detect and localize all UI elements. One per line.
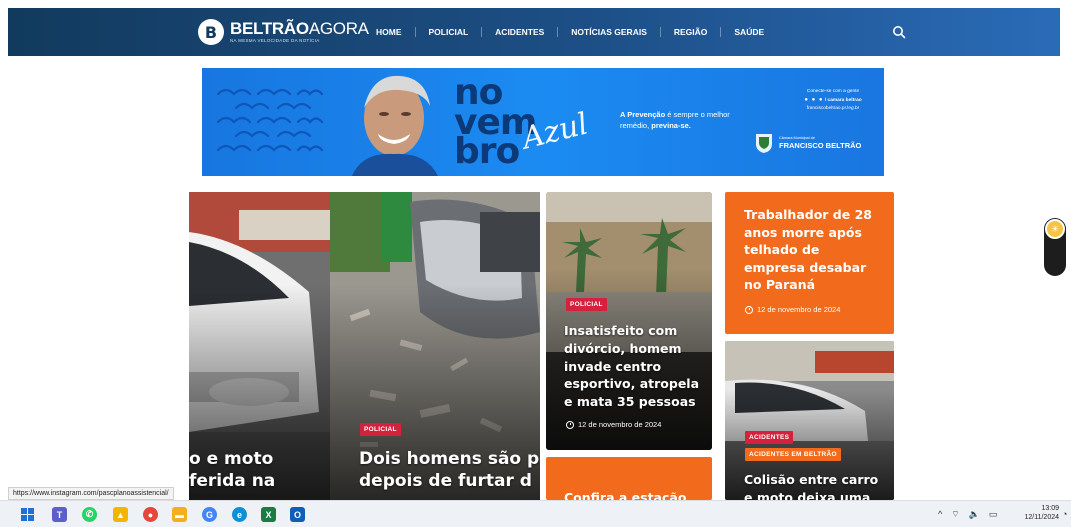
camara-logo: Câmara Municipal de FRANCISCO BELTRÃO bbox=[754, 132, 861, 154]
nav-regiao[interactable]: REGIÃO bbox=[659, 27, 721, 37]
system-tray: ^ ⌔ 🔈 ▭ bbox=[938, 509, 997, 520]
card-headline[interactable]: Trabalhador de 28 anos morre após telhad… bbox=[744, 206, 884, 294]
smiling-man-photo bbox=[352, 75, 438, 176]
crest-icon bbox=[756, 134, 772, 153]
category-tag-acidentes-beltrao[interactable]: ACIDENTES EM BELTRÃO bbox=[745, 448, 841, 461]
windows-start-icon[interactable] bbox=[20, 507, 35, 522]
taskbar-clock[interactable]: 13:09 12/11/2024 bbox=[1015, 504, 1059, 523]
wifi-icon[interactable]: ⌔ bbox=[951, 509, 959, 520]
site-logo[interactable]: B BELTRÃOAGORA NA MESMA VELOCIDADE DA NO… bbox=[198, 16, 369, 48]
news-card-colisao[interactable]: ACIDENTES ACIDENTES EM BELTRÃO Colisão e… bbox=[725, 341, 894, 500]
browser-page: B BELTRÃOAGORA NA MESMA VELOCIDADE DA NO… bbox=[0, 0, 1071, 527]
card-headline[interactable]: Colisão entre carro e moto deixa uma bbox=[744, 471, 892, 500]
nav-saude[interactable]: SAÚDE bbox=[720, 27, 777, 37]
nav-home[interactable]: HOME bbox=[368, 27, 415, 37]
battery-icon[interactable]: ▭ bbox=[989, 509, 998, 520]
nav-acidentes[interactable]: ACIDENTES bbox=[481, 27, 557, 37]
contact-info: Conecte-se com a gente ● ● ● / camara be… bbox=[804, 89, 862, 112]
site-header: B BELTRÃOAGORA NA MESMA VELOCIDADE DA NO… bbox=[8, 8, 1060, 56]
outlook-icon[interactable]: O bbox=[290, 507, 305, 522]
search-icon[interactable] bbox=[892, 25, 906, 39]
category-tag-acidentes[interactable]: ACIDENTES bbox=[745, 431, 794, 444]
news-card-carro-moto[interactable]: o e moto ferida na bbox=[189, 192, 330, 500]
logo-name: BELTRÃOAGORA bbox=[230, 19, 369, 39]
windows-taskbar: T ✆ ▲ ● ▬ G e X O ^ ⌔ 🔈 ▭ 13:09 12/11/20… bbox=[0, 500, 1071, 527]
card-headline[interactable]: Dois homens são p depois de furtar d bbox=[359, 448, 539, 493]
news-card-insatisfeito[interactable]: POLICIAL Insatisfeito com divórcio, home… bbox=[546, 192, 712, 450]
mustache-pattern bbox=[216, 88, 324, 152]
google-drive-icon[interactable]: ▲ bbox=[113, 507, 128, 522]
logo-tagline: NA MESMA VELOCIDADE DA NOTÍCIA bbox=[230, 38, 320, 44]
card-headline[interactable]: Confira a estação bbox=[564, 490, 686, 500]
card-date: 12 de novembro de 2024 bbox=[745, 305, 840, 314]
volume-icon[interactable]: 🔈 bbox=[969, 509, 980, 520]
social-icons: ● ● ● bbox=[804, 96, 824, 103]
whatsapp-icon[interactable]: ✆ bbox=[82, 507, 97, 522]
news-card-dois-homens[interactable]: POLICIAL Dois homens são p depois de fur… bbox=[330, 192, 540, 500]
edge-icon[interactable]: e bbox=[232, 507, 247, 522]
card-date: 12 de novembro de 2024 bbox=[566, 420, 661, 429]
tray-chevron-icon[interactable]: ^ bbox=[938, 509, 942, 520]
card-headline[interactable]: Insatisfeito com divórcio, homem invade … bbox=[564, 322, 704, 411]
prevention-text: A Prevenção é sempre o melhor remédio, p… bbox=[620, 110, 730, 130]
notification-icon[interactable]: ◔ bbox=[1062, 509, 1067, 519]
news-card-trabalhador[interactable]: Trabalhador de 28 anos morre após telhad… bbox=[725, 192, 894, 334]
news-card-confira[interactable]: Confira a estação bbox=[546, 457, 712, 500]
nav-policial[interactable]: POLICIAL bbox=[414, 27, 482, 37]
novembro-azul-banner[interactable]: no vem bro Azul A Prevenção é sempre o m… bbox=[202, 68, 884, 176]
card-headline[interactable]: o e moto ferida na bbox=[189, 448, 275, 493]
clock-icon bbox=[745, 305, 753, 314]
file-explorer-icon[interactable]: ▬ bbox=[172, 507, 187, 522]
category-tag[interactable]: POLICIAL bbox=[360, 423, 401, 436]
sun-icon[interactable]: ☀ bbox=[1045, 219, 1065, 239]
nav-noticias-gerais[interactable]: NOTÍCIAS GERAIS bbox=[557, 27, 660, 37]
chrome-profile-icon[interactable]: G bbox=[202, 507, 217, 522]
excel-icon[interactable]: X bbox=[261, 507, 276, 522]
chrome-icon[interactable]: ● bbox=[143, 507, 158, 522]
status-bar-url: https://www.instagram.com/pascplanoassis… bbox=[8, 487, 174, 500]
clock-icon bbox=[566, 420, 574, 429]
category-tag[interactable]: POLICIAL bbox=[566, 298, 607, 311]
logo-mark: B bbox=[198, 19, 224, 45]
main-nav: HOME POLICIAL ACIDENTES NOTÍCIAS GERAIS … bbox=[368, 8, 777, 56]
teams-icon[interactable]: T bbox=[52, 507, 67, 522]
